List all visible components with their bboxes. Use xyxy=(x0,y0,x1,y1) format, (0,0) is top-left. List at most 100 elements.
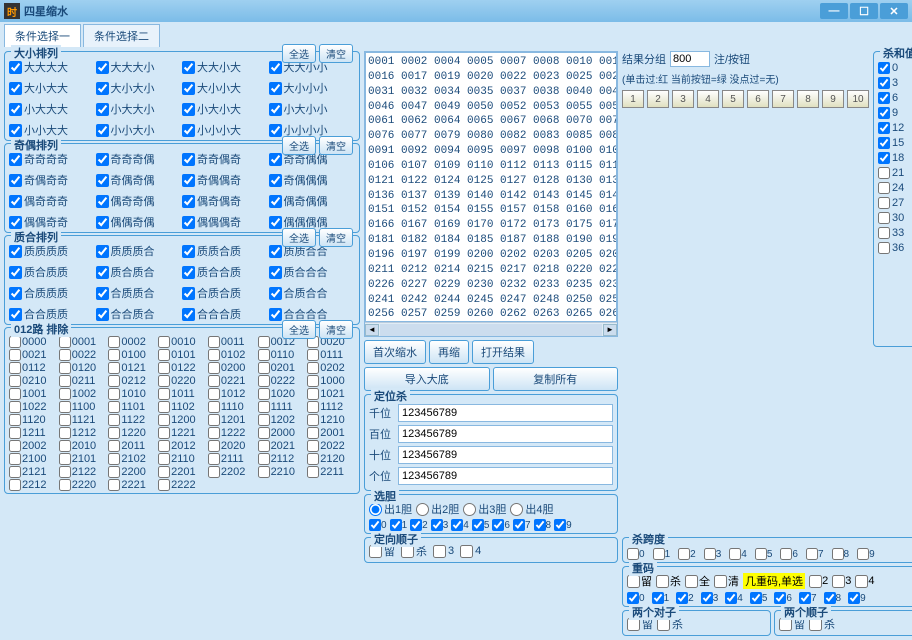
khz-item[interactable]: 0 xyxy=(878,62,912,74)
zhihe-checkbox[interactable] xyxy=(182,308,195,321)
zhihe-item[interactable]: 合质合质 xyxy=(182,285,269,301)
chongma-n[interactable]: 2 xyxy=(809,575,828,588)
result-page-button[interactable]: 3 xyxy=(672,90,694,108)
lu012-checkbox[interactable] xyxy=(258,362,270,374)
close-button[interactable]: ✕ xyxy=(880,3,908,19)
lu012-item[interactable]: 0102 xyxy=(208,349,256,361)
lu012-checkbox[interactable] xyxy=(158,349,170,361)
lu012-item[interactable]: 1022 xyxy=(9,401,57,413)
lu012-checkbox[interactable] xyxy=(158,466,170,478)
lu012-checkbox[interactable] xyxy=(59,414,71,426)
lu012-item[interactable]: 0002 xyxy=(108,336,156,348)
zhihe-checkbox[interactable] xyxy=(96,266,109,279)
lu012-checkbox[interactable] xyxy=(9,375,21,387)
chongma-n[interactable]: 4 xyxy=(855,575,874,588)
jiou-checkbox[interactable] xyxy=(269,216,282,229)
number-list[interactable]: 0001 0002 0004 0005 0007 0008 0010 0011 … xyxy=(364,51,618,337)
lu012-item[interactable]: 0021 xyxy=(9,349,57,361)
lu012-checkbox[interactable] xyxy=(108,414,120,426)
copy-all-button[interactable]: 复制所有 xyxy=(493,367,619,391)
maximize-button[interactable]: ☐ xyxy=(850,3,878,19)
lu012-item[interactable]: 1010 xyxy=(108,388,156,400)
chongma-num[interactable]: 4 xyxy=(725,592,745,604)
jiou-item[interactable]: 奇奇奇偶 xyxy=(96,151,183,167)
chongma-num[interactable]: 6 xyxy=(774,592,794,604)
lu012-item[interactable]: 1011 xyxy=(158,388,206,400)
lu012-item[interactable]: 1020 xyxy=(258,388,306,400)
tab-2[interactable]: 条件选择二 xyxy=(83,24,160,47)
lu012-item[interactable]: 2220 xyxy=(59,479,107,491)
jiou-checkbox[interactable] xyxy=(269,153,282,166)
lu012-item[interactable]: 0100 xyxy=(108,349,156,361)
lu012-checkbox[interactable] xyxy=(9,427,21,439)
lu012-checkbox[interactable] xyxy=(9,414,21,426)
xuandan-num[interactable]: 7 xyxy=(513,519,533,531)
lu012-item[interactable]: 0022 xyxy=(59,349,107,361)
jiou-checkbox[interactable] xyxy=(9,174,22,187)
lu012-checkbox[interactable] xyxy=(158,453,170,465)
chongma-num[interactable]: 1 xyxy=(652,592,672,604)
lu012-checkbox[interactable] xyxy=(208,349,220,361)
lu012-item[interactable]: 0201 xyxy=(258,362,306,374)
jiou-item[interactable]: 奇偶偶奇 xyxy=(182,172,269,188)
result-page-button[interactable]: 4 xyxy=(697,90,719,108)
daxiao-checkbox[interactable] xyxy=(269,61,282,74)
daxiao-checkbox[interactable] xyxy=(182,61,195,74)
khz-item[interactable]: 21 xyxy=(878,167,912,179)
daxiao-item[interactable]: 小小小大 xyxy=(182,122,269,138)
chongma-num[interactable]: 0 xyxy=(627,592,647,604)
minimize-button[interactable]: — xyxy=(820,3,848,19)
lu012-item[interactable]: 2110 xyxy=(158,453,206,465)
khz-item[interactable]: 18 xyxy=(878,152,912,164)
lu012-checkbox[interactable] xyxy=(59,388,71,400)
daxiao-checkbox[interactable] xyxy=(269,82,282,95)
khz-item[interactable]: 33 xyxy=(878,227,912,239)
jiou-checkbox[interactable] xyxy=(96,174,109,187)
lu012-checkbox[interactable] xyxy=(208,414,220,426)
lu012-item[interactable]: 2112 xyxy=(258,453,306,465)
result-page-button[interactable]: 10 xyxy=(847,90,869,108)
lu012-item[interactable]: 1021 xyxy=(307,388,355,400)
lu012-item[interactable]: 2001 xyxy=(307,427,355,439)
khz-item[interactable]: 12 xyxy=(878,122,912,134)
zhihe-checkbox[interactable] xyxy=(9,308,22,321)
lu012-item[interactable]: 2000 xyxy=(258,427,306,439)
lu012-checkbox[interactable] xyxy=(108,336,120,348)
chongma-num[interactable]: 9 xyxy=(848,592,868,604)
lu012-item[interactable]: 2210 xyxy=(258,466,306,478)
jiou-item[interactable]: 奇偶奇偶 xyxy=(96,172,183,188)
lu012-item[interactable]: 0111 xyxy=(307,349,355,361)
jiou-item[interactable]: 奇奇偶奇 xyxy=(182,151,269,167)
lu012-checkbox[interactable] xyxy=(208,375,220,387)
lu012-checkbox[interactable] xyxy=(59,427,71,439)
xuandan-num[interactable]: 1 xyxy=(390,519,410,531)
khz-item[interactable]: 24 xyxy=(878,182,912,194)
lu012-checkbox[interactable] xyxy=(208,401,220,413)
zhihe-checkbox[interactable] xyxy=(9,245,22,258)
zhihe-item[interactable]: 合质质质 xyxy=(9,285,96,301)
daxiao-checkbox[interactable] xyxy=(9,103,22,116)
lu012-checkbox[interactable] xyxy=(9,479,21,491)
khz-item[interactable]: 15 xyxy=(878,137,912,149)
zhihe-checkbox[interactable] xyxy=(182,266,195,279)
zhihe-select-all[interactable]: 全选 xyxy=(282,228,316,247)
lu012-checkbox[interactable] xyxy=(9,349,21,361)
shrink-first-button[interactable]: 首次缩水 xyxy=(364,340,426,364)
lu012-checkbox[interactable] xyxy=(158,479,170,491)
jiou-checkbox[interactable] xyxy=(182,216,195,229)
daxiao-checkbox[interactable] xyxy=(96,82,109,95)
jiou-item[interactable]: 奇偶偶偶 xyxy=(269,172,356,188)
khz-item[interactable]: 36 xyxy=(878,242,912,254)
lu012-item[interactable]: 1222 xyxy=(208,427,256,439)
lu012-item[interactable]: 1122 xyxy=(108,414,156,426)
lu012-item[interactable]: 0011 xyxy=(208,336,256,348)
lu012-checkbox[interactable] xyxy=(158,401,170,413)
lu012-checkbox[interactable] xyxy=(59,453,71,465)
lu012-checkbox[interactable] xyxy=(208,427,220,439)
khz-item[interactable]: 27 xyxy=(878,197,912,209)
lu012-item[interactable]: 2101 xyxy=(59,453,107,465)
lu012-item[interactable]: 0000 xyxy=(9,336,57,348)
lu012-select-all[interactable]: 全选 xyxy=(282,320,316,339)
lu012-checkbox[interactable] xyxy=(59,349,71,361)
kkd-item[interactable]: 8 xyxy=(832,548,852,560)
